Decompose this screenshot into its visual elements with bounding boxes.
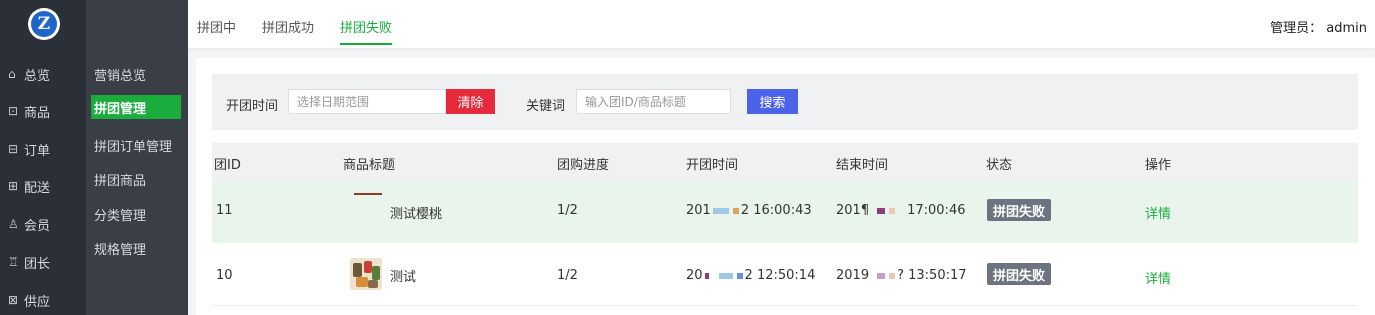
secondary-sidebar — [86, 0, 188, 315]
admin-label[interactable]: 管理员： admin — [1270, 17, 1367, 36]
redacted-mark — [718, 272, 733, 279]
redacted-mark — [704, 272, 709, 279]
sidebar-item-leaders[interactable]: ♖ 团长 — [8, 252, 50, 272]
date-range-input[interactable]: 选择日期范围 — [288, 89, 446, 114]
product-thumbnail — [354, 193, 382, 197]
submenu-item-category[interactable]: 分类管理 — [94, 204, 146, 224]
group-id: 10 — [216, 268, 233, 283]
tab-failed[interactable]: 拼团失败 — [340, 17, 392, 36]
app-root: Z ⌂ 总览 ⊡ 商品 ⊟ 订单 ⊞ 配送 ♙ 会员 ♖ 团长 ⊠ 供应 营销总览 拼团管理 … — [0, 0, 1375, 315]
submenu-item-group-manage[interactable]: 拼团管理 — [91, 95, 181, 119]
sidebar-item-label: 配送 — [24, 180, 51, 196]
goods-icon: ⊡ — [8, 104, 19, 118]
supply-icon: ⊠ — [8, 293, 19, 307]
end-time: 2019 ? 13:50:17 — [836, 268, 967, 283]
order-icon: ⊟ — [8, 142, 19, 156]
end-time: 201¶ 17:00:46 — [836, 203, 965, 218]
end-time-part: 2019 — [836, 268, 870, 283]
col-progress: 团购进度 — [557, 158, 610, 173]
group-progress: 1/2 — [557, 203, 578, 218]
redacted-mark — [877, 272, 886, 279]
redacted-mark — [889, 272, 896, 279]
product-title: 测试樱桃 — [390, 207, 443, 222]
col-status: 状态 — [986, 158, 1013, 173]
end-time-part: ? 13:50:17 — [897, 268, 967, 283]
end-time-part: 201¶ — [836, 203, 870, 218]
sidebar-item-label: 订单 — [24, 143, 51, 159]
clear-button[interactable]: 清除 — [446, 89, 495, 114]
start-time-part: 2 16:00:43 — [740, 203, 812, 218]
submenu-item-spec[interactable]: 规格管理 — [94, 238, 146, 258]
redacted-mark — [889, 207, 896, 214]
sidebar-item-label: 供应 — [24, 294, 51, 310]
redacted-mark — [732, 207, 739, 214]
sidebar-item-label: 总览 — [24, 68, 51, 84]
detail-link[interactable]: 详情 — [1145, 203, 1171, 222]
col-start-time: 开团时间 — [686, 158, 739, 173]
member-icon: ♙ — [8, 217, 19, 231]
sidebar-item-label: 商品 — [24, 105, 51, 121]
submenu-item-group-goods[interactable]: 拼团商品 — [94, 169, 146, 189]
keyword-input[interactable]: 输入团ID/商品标题 — [576, 89, 731, 114]
home-icon: ⌂ — [8, 67, 16, 81]
product-image — [350, 258, 382, 290]
redacted-mark — [736, 272, 743, 279]
col-end-time: 结束时间 — [836, 158, 889, 173]
sidebar-item-supply[interactable]: ⊠ 供应 — [8, 290, 50, 310]
top-bar: 拼团中 拼团成功 拼团失败 管理员： admin — [188, 0, 1375, 48]
submenu-item-marketing-overview[interactable]: 营销总览 — [94, 64, 146, 84]
search-button[interactable]: 搜索 — [747, 89, 798, 114]
end-time-part: 17:00:46 — [907, 203, 966, 218]
product-thumbnail — [350, 258, 382, 290]
sidebar-item-delivery[interactable]: ⊞ 配送 — [8, 176, 50, 196]
sidebar-item-members[interactable]: ♙ 会员 — [8, 214, 50, 234]
active-tab-indicator — [340, 43, 392, 45]
group-id: 11 — [216, 203, 233, 218]
sidebar-item-label: 团长 — [24, 256, 51, 272]
detail-link[interactable]: 详情 — [1145, 268, 1171, 287]
tab-in-progress[interactable]: 拼团中 — [197, 17, 236, 36]
product-title: 测试 — [390, 270, 417, 285]
status-badge: 拼团失败 — [987, 199, 1051, 221]
sidebar-item-goods[interactable]: ⊡ 商品 — [8, 101, 50, 121]
tab-success[interactable]: 拼团成功 — [262, 17, 314, 36]
start-time: 201 2 16:00:43 — [686, 203, 812, 218]
start-time: 20 2 12:50:14 — [686, 268, 815, 283]
col-title: 商品标题 — [343, 158, 396, 173]
keyword-label: 关键词 — [526, 99, 566, 114]
start-time-part: 201 — [686, 203, 711, 218]
col-id: 团ID — [214, 158, 241, 173]
submenu-item-group-orders[interactable]: 拼团订单管理 — [94, 135, 172, 155]
logo[interactable]: Z — [28, 8, 60, 40]
logo-mark: Z — [31, 11, 57, 37]
col-action: 操作 — [1145, 158, 1172, 173]
sidebar-item-label: 会员 — [24, 218, 51, 234]
leader-icon: ♖ — [8, 255, 19, 269]
sidebar-item-orders[interactable]: ⊟ 订单 — [8, 139, 50, 159]
sidebar-item-overview[interactable]: ⌂ 总览 — [8, 64, 50, 84]
status-badge: 拼团失败 — [987, 263, 1051, 285]
start-time-part: 2 12:50:14 — [744, 268, 816, 283]
redacted-mark — [712, 207, 729, 214]
redacted-mark — [877, 207, 886, 214]
delivery-icon: ⊞ — [8, 179, 19, 193]
start-time-part: 20 — [686, 268, 703, 283]
time-filter-label: 开团时间 — [226, 99, 279, 114]
group-progress: 1/2 — [557, 268, 578, 283]
